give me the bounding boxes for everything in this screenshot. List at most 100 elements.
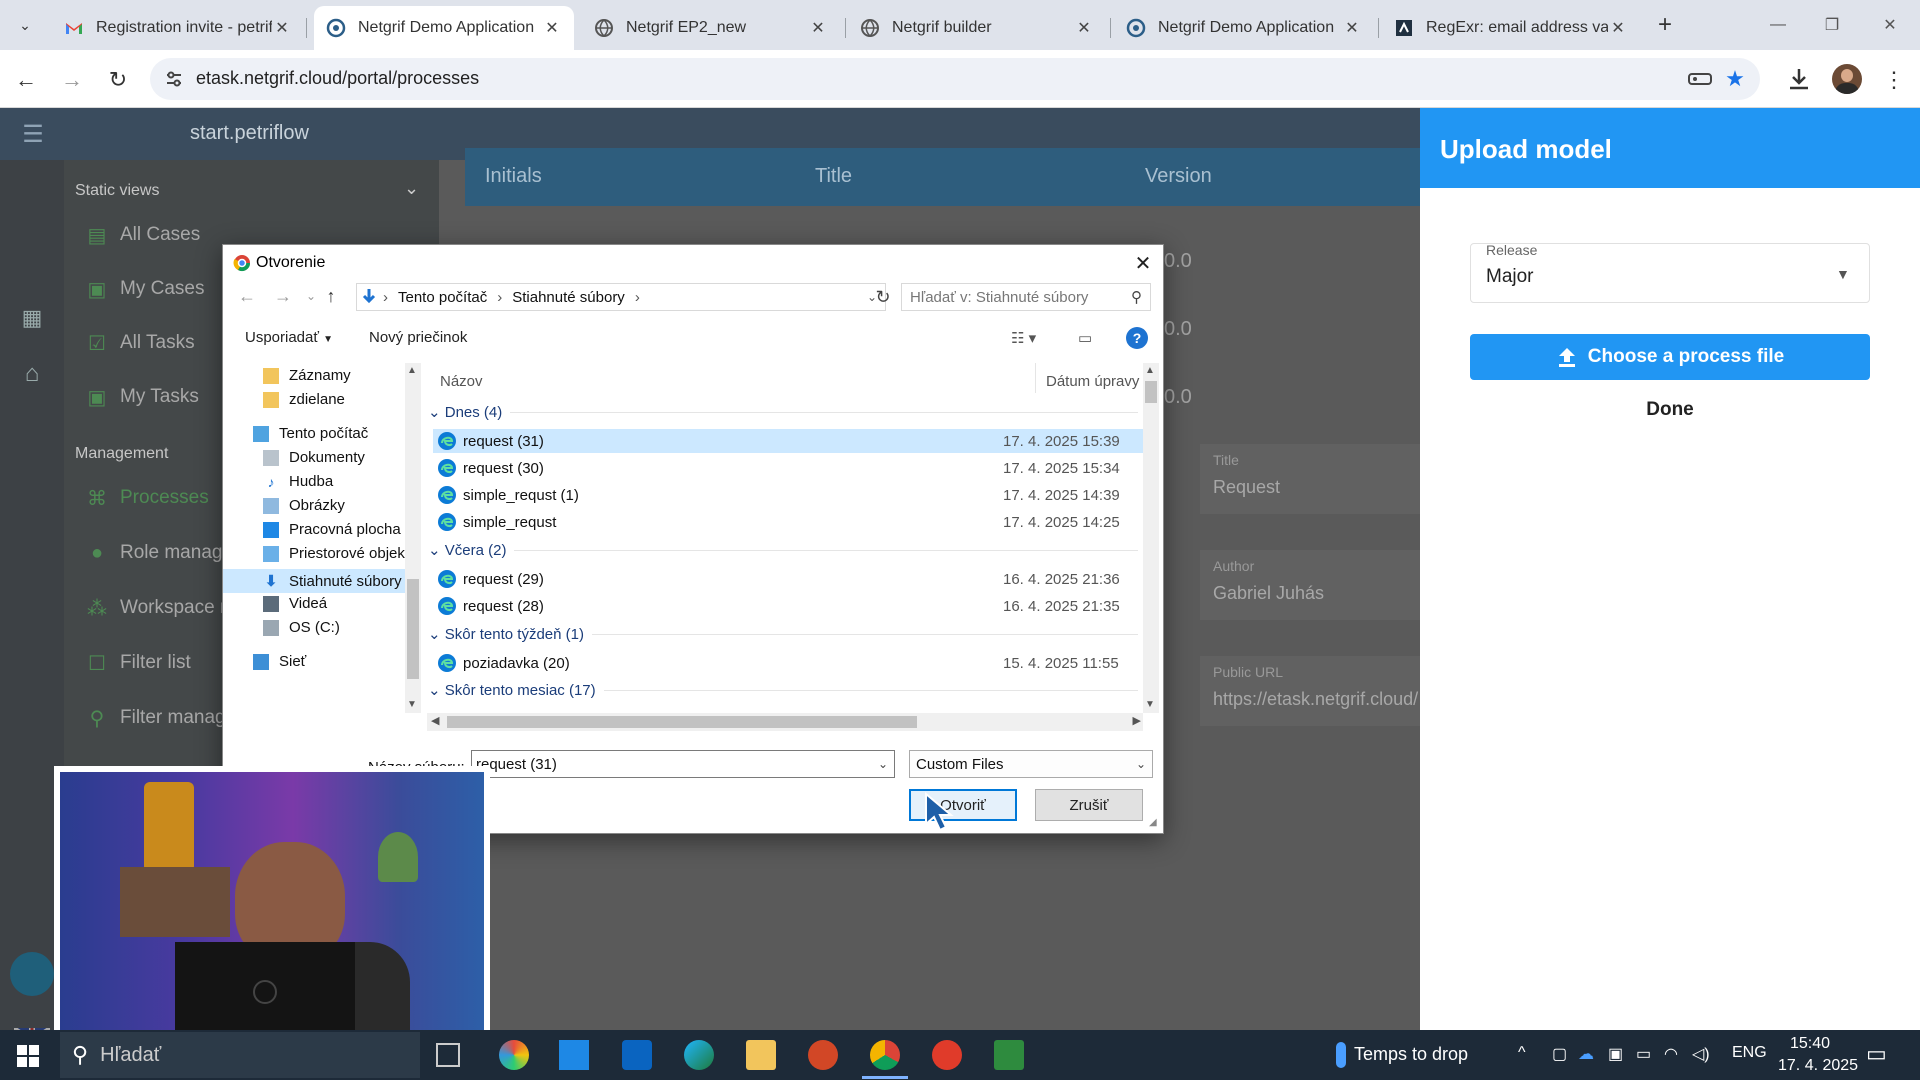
meet-icon[interactable]: ▢ xyxy=(1552,1044,1567,1064)
file-list-vscrollbar[interactable]: ▲ ▼ xyxy=(1143,363,1159,713)
apps-grid-icon[interactable]: ▦ xyxy=(18,304,46,332)
sidebar-item-filter-manager[interactable]: ⚲ Filter manag xyxy=(84,705,226,731)
tab-registration-invite[interactable]: Registration invite - petriflo ✕ xyxy=(52,6,304,50)
file-type-select[interactable]: Custom Files ⌄ xyxy=(909,750,1153,778)
tab-netgrif-builder[interactable]: Netgrif builder ✕ xyxy=(848,6,1106,50)
back-icon[interactable]: ← xyxy=(235,283,259,309)
windows-start-icon[interactable] xyxy=(17,1045,39,1067)
new-folder-button[interactable]: Nový priečinok xyxy=(369,329,467,346)
file-row[interactable]: request (30) 17. 4. 2025 15:34 xyxy=(433,456,1149,480)
help-icon[interactable]: ? xyxy=(1126,327,1148,349)
chevron-down-icon[interactable]: ⌄ xyxy=(878,757,888,771)
sidebar-item-my-tasks[interactable]: ▣ My Tasks xyxy=(84,384,199,410)
group-header-today[interactable]: ⌄ Dnes (4) xyxy=(428,403,1138,421)
pinwheel-app-icon[interactable] xyxy=(499,1040,529,1070)
cancel-button[interactable]: Zrušiť xyxy=(1035,789,1143,821)
forward-icon[interactable]: → xyxy=(56,64,88,96)
up-folder-icon[interactable]: ↑ xyxy=(319,283,343,309)
wps-office-icon[interactable] xyxy=(932,1040,962,1070)
sidebar-item-processes[interactable]: ⌘ Processes xyxy=(84,485,209,511)
tab-close-icon[interactable]: ✕ xyxy=(808,18,828,38)
file-row[interactable]: poziadavka (20) 15. 4. 2025 11:55 xyxy=(433,651,1149,675)
tab-netgrif-ep2[interactable]: Netgrif EP2_new ✕ xyxy=(582,6,840,50)
minimize-icon[interactable]: — xyxy=(1758,10,1798,40)
tree-item-desktop[interactable]: Pracovná plocha xyxy=(263,521,401,538)
tree-item-this-pc[interactable]: Tento počítač xyxy=(253,425,368,442)
file-row[interactable]: simple_requst (1) 17. 4. 2025 14:39 xyxy=(433,483,1149,507)
done-button[interactable]: Done xyxy=(1470,390,1870,430)
tab-close-icon[interactable]: ✕ xyxy=(1342,18,1362,38)
tree-item-music[interactable]: ♪ Hudba xyxy=(263,473,334,490)
breadcrumb-downloads[interactable]: Stiahnuté súbory xyxy=(512,289,625,306)
sidebar-item-role-manager[interactable]: ● Role manage xyxy=(84,540,233,566)
release-select[interactable]: Release Major ▼ xyxy=(1470,242,1870,303)
media-icon[interactable]: ▣ xyxy=(1608,1044,1623,1064)
clock-date[interactable]: 17. 4. 2025 xyxy=(1778,1057,1858,1075)
wifi-icon[interactable]: ◠ xyxy=(1664,1044,1678,1064)
back-icon[interactable]: ← xyxy=(10,64,42,96)
column-name[interactable]: Názov xyxy=(440,373,483,390)
chevron-up-icon[interactable]: ^ xyxy=(1518,1044,1526,1062)
choose-process-file-button[interactable]: Choose a process file xyxy=(1470,334,1870,380)
sidebar-item-all-cases[interactable]: ▤ All Cases xyxy=(84,222,201,248)
reload-icon[interactable]: ↻ xyxy=(102,64,134,96)
tree-item-network[interactable]: Sieť xyxy=(253,653,306,670)
forward-icon[interactable]: → xyxy=(271,283,295,309)
tab-close-icon[interactable]: ✕ xyxy=(542,18,562,38)
new-tab-button[interactable]: + xyxy=(1650,10,1680,40)
group-header-yesterday[interactable]: ⌄ Včera (2) xyxy=(428,541,1138,559)
edge-icon[interactable] xyxy=(684,1040,714,1070)
view-options-icon[interactable]: ☷ ▾ xyxy=(1011,329,1036,347)
column-date-modified[interactable]: Dátum úpravy xyxy=(1046,373,1139,390)
battery-icon[interactable]: ▭ xyxy=(1636,1044,1651,1064)
chevron-down-icon[interactable]: ⌄ xyxy=(404,178,419,199)
onedrive-icon[interactable]: ☁ xyxy=(1578,1044,1594,1064)
tree-item-videos[interactable]: Videá xyxy=(263,595,327,612)
dialog-close-icon[interactable]: ✕ xyxy=(1128,249,1158,277)
clock-time[interactable]: 15:40 xyxy=(1790,1035,1830,1053)
home-icon[interactable]: ⌂ xyxy=(18,360,46,388)
tab-close-icon[interactable]: ✕ xyxy=(1608,18,1628,38)
tree-item-downloads[interactable]: ⬇ Stiahnuté súbory xyxy=(223,569,405,593)
tree-item-os-c[interactable]: OS (C:) xyxy=(263,619,340,636)
filename-input[interactable]: request (31) ⌄ xyxy=(471,750,895,778)
sidebar-item-workspace[interactable]: ⁂ Workspace m xyxy=(84,595,236,621)
outlook-icon[interactable] xyxy=(622,1040,652,1070)
tab-netgrif-demo-2[interactable]: Netgrif Demo Application ✕ xyxy=(1114,6,1374,50)
download-icon[interactable] xyxy=(1786,66,1812,92)
site-settings-icon[interactable] xyxy=(164,69,184,89)
powerpoint-icon[interactable] xyxy=(808,1040,838,1070)
tree-item-zdielane[interactable]: zdielane xyxy=(263,391,345,408)
password-key-icon[interactable] xyxy=(1688,69,1712,89)
store-icon[interactable] xyxy=(559,1040,589,1070)
tab-regexr[interactable]: RegExr: email address valid ✕ xyxy=(1382,6,1640,50)
language-indicator[interactable]: ENG xyxy=(1732,1044,1767,1062)
volume-icon[interactable]: ◁) xyxy=(1692,1044,1710,1064)
user-avatar[interactable] xyxy=(10,952,54,996)
spreadsheet-icon[interactable] xyxy=(994,1040,1024,1070)
tree-item-pictures[interactable]: Obrázky xyxy=(263,497,345,514)
file-row[interactable]: request (29) 16. 4. 2025 21:36 xyxy=(433,567,1149,591)
tab-close-icon[interactable]: ✕ xyxy=(272,18,292,38)
taskbar-search[interactable]: ⚲ Hľadať xyxy=(60,1032,420,1078)
file-list-hscrollbar[interactable]: ◀ ▶ xyxy=(427,713,1143,731)
dialog-address-bar[interactable]: › Tento počítač › Stiahnuté súbory › ⌄ xyxy=(356,283,886,311)
tree-item-zaznamy[interactable]: Záznamy xyxy=(263,367,351,384)
preview-pane-icon[interactable]: ▭ xyxy=(1078,329,1092,347)
address-bar[interactable]: etask.netgrif.cloud/portal/processes ★ xyxy=(150,58,1760,100)
dialog-search-input[interactable]: Hľadať v: Stiahnuté súbory ⚲ xyxy=(901,283,1151,311)
tab-close-icon[interactable]: ✕ xyxy=(1074,18,1094,38)
group-header-this-month[interactable]: ⌄ Skôr tento mesiac (17) xyxy=(428,681,1138,699)
column-divider[interactable] xyxy=(1035,363,1036,393)
tab-netgrif-demo-active[interactable]: Netgrif Demo Application ✕ xyxy=(314,6,574,50)
chrome-taskbar-icon[interactable] xyxy=(870,1040,900,1070)
file-row[interactable]: request (28) 16. 4. 2025 21:35 xyxy=(433,594,1149,618)
file-explorer-icon[interactable] xyxy=(746,1040,776,1070)
bookmark-star-icon[interactable]: ★ xyxy=(1722,66,1748,92)
tab-search-icon[interactable]: ⌄ xyxy=(10,10,40,40)
sidebar-item-all-tasks[interactable]: ☑ All Tasks xyxy=(84,330,195,356)
refresh-icon[interactable]: ↻ xyxy=(871,285,895,309)
window-close-icon[interactable]: ✕ xyxy=(1870,10,1910,40)
group-header-this-week[interactable]: ⌄ Skôr tento týždeň (1) xyxy=(428,625,1138,643)
file-row[interactable]: simple_requst 17. 4. 2025 14:25 xyxy=(433,510,1149,534)
